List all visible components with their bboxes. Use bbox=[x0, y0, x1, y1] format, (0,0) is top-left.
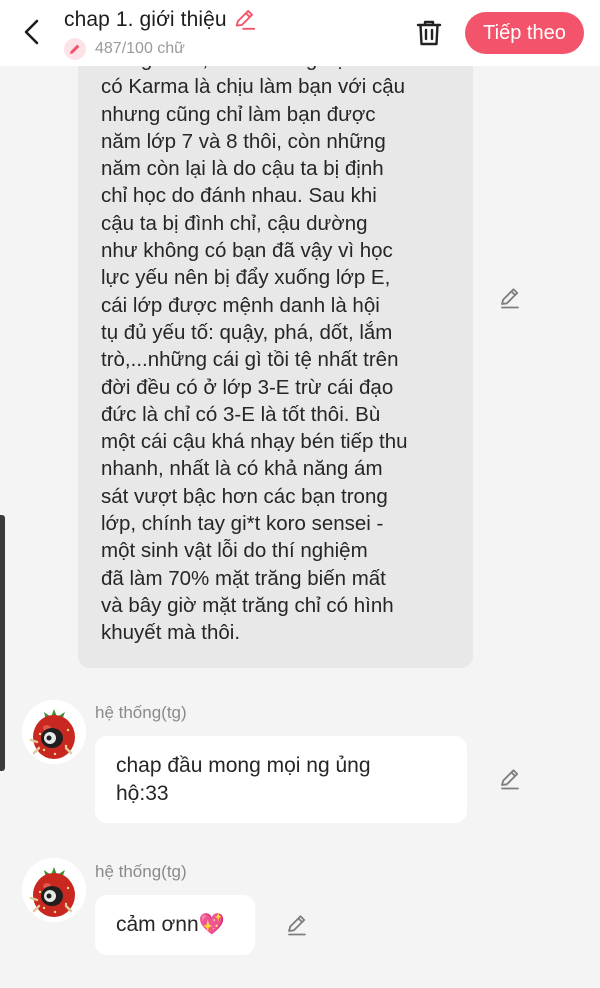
message-1-line: đời đều có ở lớp 3-E trừ cái đạo bbox=[101, 375, 394, 399]
word-count: 487/100 chữ bbox=[95, 40, 185, 57]
trash-icon[interactable] bbox=[414, 18, 444, 48]
message-1-line: năm lớp 7 và 8 thôi, còn những bbox=[101, 129, 386, 153]
message-1-line: nhưng cũng chỉ làm bạn được bbox=[101, 102, 376, 126]
message-1-line: một sinh vật lỗi do thí nghiệm bbox=[101, 539, 368, 563]
sender-name-3: hệ thống(tg) bbox=[95, 862, 187, 881]
chapter-editor-screen: thông minh, trên trường học chỉcó Karma … bbox=[0, 0, 600, 988]
message-1-line: lực yếu nên bị đẩy xuống lớp E, bbox=[101, 266, 391, 290]
strawberry-avatar[interactable] bbox=[22, 700, 86, 764]
message-1-line: cậu ta bị đình chỉ, cậu dường bbox=[101, 211, 368, 235]
edit-message-3-icon[interactable] bbox=[284, 912, 310, 938]
message-1-line: nhanh, nhất là có khả năng ám bbox=[101, 457, 383, 481]
sender-name-2: hệ thống(tg) bbox=[95, 703, 187, 722]
message-3-text: cảm ơnn💖 bbox=[116, 911, 256, 939]
message-1-line: lớp, chính tay gi*t koro sensei - bbox=[101, 512, 384, 536]
back-arrow-icon bbox=[24, 19, 39, 45]
message-1-line: sát vượt bậc hơn các bạn trong bbox=[101, 484, 388, 508]
message-1-line: tụ đủ yếu tố: quậy, phá, dốt, lắm bbox=[101, 320, 393, 344]
top-app-bar: chap 1. giới thiệu 487/100 chữ Tiếp theo bbox=[0, 0, 600, 66]
strawberry-avatar[interactable] bbox=[22, 858, 86, 922]
message-1-line: đã làm 70% mặt trăng biến mất bbox=[101, 566, 386, 590]
back-button[interactable] bbox=[16, 14, 48, 50]
message-1-line: như không có bạn đã vậy vì học bbox=[101, 239, 393, 263]
message-1-text: thông minh, trên trường học chỉcó Karma … bbox=[101, 46, 461, 647]
message-2-line-1: chap đầu mong mọi ng ủng bbox=[116, 754, 371, 777]
message-2-line-2: hộ:33 bbox=[116, 782, 169, 805]
next-button[interactable]: Tiếp theo bbox=[465, 12, 584, 54]
message-1-line: trò,...những cái gì tồi tệ nhất trên bbox=[101, 348, 399, 372]
message-2-text: chap đầu mong mọi ng ủng hộ:33 bbox=[116, 752, 456, 808]
message-1-line: cái lớp được mệnh danh là hội bbox=[101, 293, 380, 317]
title-row: chap 1. giới thiệu bbox=[64, 8, 257, 32]
message-1-line: có Karma là chịu làm bạn với cậu bbox=[101, 75, 405, 99]
message-1-line: đức là chỉ có 3-E là tốt thôi. Bù bbox=[101, 402, 381, 426]
message-1-line: và bây giờ mặt trăng chỉ có hình bbox=[101, 593, 394, 617]
pencil-icon bbox=[64, 38, 86, 60]
edit-message-1-icon[interactable] bbox=[497, 285, 523, 311]
edit-title-icon[interactable] bbox=[233, 8, 257, 32]
chapter-title[interactable]: chap 1. giới thiệu bbox=[64, 8, 227, 32]
message-1-line: khuyết mà thôi. bbox=[101, 621, 241, 645]
message-1-line: một cái cậu khá nhạy bén tiếp thu bbox=[101, 430, 408, 454]
word-count-row: 487/100 chữ bbox=[64, 38, 185, 60]
edit-message-2-icon[interactable] bbox=[497, 766, 523, 792]
message-3-line-1: cảm ơnn💖 bbox=[116, 913, 225, 936]
message-1-line: năm còn lại là do cậu ta bị định bbox=[101, 157, 384, 181]
message-1-line: chỉ học do đánh nhau. Sau khi bbox=[101, 184, 377, 208]
scrollbar[interactable] bbox=[0, 515, 5, 771]
